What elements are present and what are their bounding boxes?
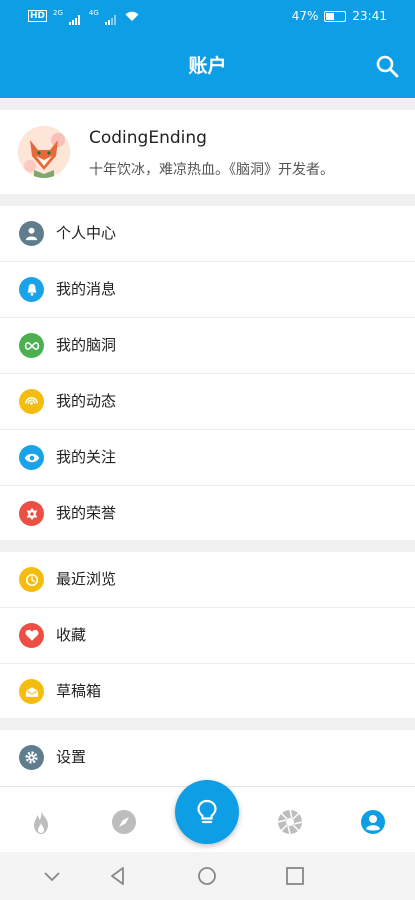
net-tag-2: 4G xyxy=(88,9,99,17)
heart-icon xyxy=(19,623,44,648)
profile-card[interactable]: CodingEnding 十年饮冰，难凉热血。《脑洞》开发者。 xyxy=(0,110,415,194)
menu-item-label: 个人中心 xyxy=(56,224,117,242)
menu-item-label: 我的动态 xyxy=(56,392,117,410)
wifi-icon xyxy=(125,11,139,21)
eye-icon xyxy=(19,445,44,470)
menu-item-personal-center[interactable]: 个人中心 xyxy=(0,206,415,262)
app-bar: 账户 xyxy=(0,34,415,98)
signal-icon-2 xyxy=(104,11,119,25)
menu-item-recent[interactable]: 最近浏览 xyxy=(0,552,415,608)
fox-avatar-icon xyxy=(18,126,70,178)
battery-icon xyxy=(324,10,347,22)
menu-item-label: 我的消息 xyxy=(56,280,117,298)
home-icon[interactable] xyxy=(197,866,217,886)
menu-item-label: 我的脑洞 xyxy=(56,336,117,354)
signal-icon xyxy=(19,389,44,414)
battery-percent: 47% xyxy=(291,9,319,23)
back-icon[interactable] xyxy=(108,866,128,886)
menu-item-label: 收藏 xyxy=(56,626,87,644)
menu-item-favorites[interactable]: 收藏 xyxy=(0,608,415,664)
badge-icon xyxy=(19,501,44,526)
search-icon[interactable] xyxy=(375,54,399,78)
infinity-icon xyxy=(19,333,44,358)
user-bio: 十年饮冰，难凉热血。《脑洞》开发者。 xyxy=(89,162,334,178)
system-nav-bar xyxy=(0,852,415,900)
username: CodingEnding xyxy=(89,128,207,148)
menu-item-label: 最近浏览 xyxy=(56,570,117,588)
aperture-icon[interactable] xyxy=(277,809,303,835)
clock: 23:41 xyxy=(352,9,387,23)
bell-icon xyxy=(19,277,44,302)
gear-icon xyxy=(19,745,44,770)
account-icon[interactable] xyxy=(360,809,386,835)
menu-group-2: 最近浏览 收藏 草稿箱 xyxy=(0,552,415,718)
menu-item-label: 我的关注 xyxy=(56,448,117,466)
flame-icon[interactable] xyxy=(28,809,54,835)
menu-item-my-activity[interactable]: 我的动态 xyxy=(0,374,415,430)
page-title: 账户 xyxy=(188,55,227,77)
net-tag-1: 2G xyxy=(53,9,63,17)
menu-item-label: 我的荣誉 xyxy=(56,504,117,522)
person-icon xyxy=(19,221,44,246)
chevron-down-icon[interactable] xyxy=(42,866,62,886)
menu-group-1: 个人中心 我的消息 我的脑洞 我的动态 我的关注 我的荣誉 xyxy=(0,206,415,540)
menu-item-my-ideas[interactable]: 我的脑洞 xyxy=(0,318,415,374)
history-icon xyxy=(19,567,44,592)
compass-icon[interactable] xyxy=(111,809,137,835)
menu-item-messages[interactable]: 我的消息 xyxy=(0,262,415,318)
drafts-icon xyxy=(19,679,44,704)
avatar[interactable] xyxy=(18,126,70,178)
recents-icon[interactable] xyxy=(285,866,305,886)
menu-item-settings[interactable]: 设置 xyxy=(0,730,415,785)
menu-item-label: 设置 xyxy=(56,748,87,766)
bulb-icon xyxy=(197,799,217,824)
signal-icon-1 xyxy=(68,11,83,25)
bulb-button[interactable] xyxy=(175,780,239,844)
menu-item-drafts[interactable]: 草稿箱 xyxy=(0,664,415,719)
status-bar: HD 2G 4G 47% 23:41 xyxy=(0,0,415,34)
menu-item-label: 草稿箱 xyxy=(56,682,102,700)
menu-group-3: 设置 xyxy=(0,730,415,786)
menu-item-following[interactable]: 我的关注 xyxy=(0,430,415,486)
menu-item-honors[interactable]: 我的荣誉 xyxy=(0,486,415,541)
network-hd-label: HD xyxy=(28,10,48,22)
